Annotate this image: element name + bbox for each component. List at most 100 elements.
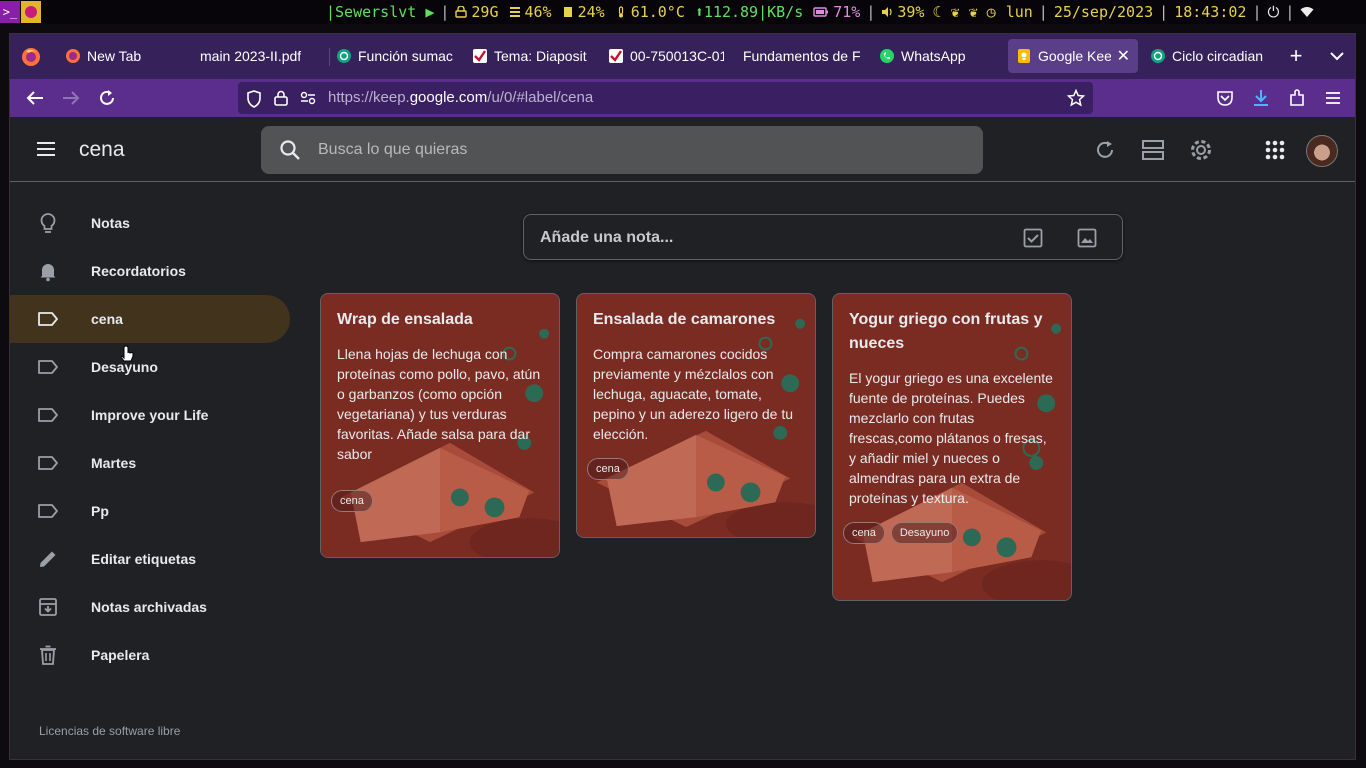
take-note-input[interactable]	[540, 215, 1000, 261]
extensions-icon[interactable]	[1286, 87, 1308, 109]
note-text: Compra camarones cocidos previamente y m…	[593, 346, 794, 442]
mouse-pointer-icon	[120, 345, 134, 362]
sidebar-item-pp[interactable]: Pp	[10, 487, 290, 535]
terminal-workspace-icon[interactable]: >_	[0, 1, 20, 23]
tab-new-tab[interactable]: New Tab	[65, 39, 190, 73]
browser-window: New Tab main 2023-II.pdf Función sumac T…	[9, 33, 1356, 760]
leaf-icon[interactable]: ❦	[951, 3, 960, 21]
day-label: lun	[1005, 3, 1033, 21]
shield-icon[interactable]	[246, 90, 262, 108]
memory-icon	[563, 7, 572, 17]
tab-bar: New Tab main 2023-II.pdf Función sumac T…	[10, 34, 1355, 79]
downloads-icon[interactable]	[1250, 87, 1272, 109]
cpu-icon	[509, 7, 520, 17]
moon-icon[interactable]: ☾	[932, 3, 941, 21]
close-tab-icon[interactable]: ✕	[1117, 46, 1130, 66]
lightbulb-icon	[40, 213, 56, 233]
search-input[interactable]	[318, 126, 958, 174]
sidebar-item-papelera[interactable]: Papelera	[10, 631, 290, 679]
music-status: |Sewerslvt ▶	[326, 3, 435, 21]
free-software-licenses-link[interactable]: Licencias de software libre	[39, 724, 180, 738]
url-text[interactable]: https://keep.google.com/u/0/#label/cena	[328, 89, 593, 106]
note-card[interactable]: Wrap de ensalada Llena hojas de lechuga …	[320, 293, 560, 558]
tab-ciclo-circadian[interactable]: Ciclo circadian	[1150, 39, 1280, 73]
sidebar-item-improve-your-life[interactable]: Improve your Life	[10, 391, 290, 439]
clock-icon[interactable]: ◷	[987, 3, 996, 21]
page-title: cena	[79, 138, 125, 161]
sidebar-item-notas[interactable]: Notas	[10, 199, 290, 247]
settings-gear-icon[interactable]	[1188, 137, 1214, 163]
firefox-icon	[66, 49, 80, 63]
refresh-icon[interactable]	[1092, 137, 1118, 163]
note-label-chip[interactable]: cena	[331, 490, 373, 512]
permissions-icon[interactable]	[300, 91, 316, 105]
note-label-chip[interactable]: cena	[587, 458, 629, 480]
list-all-tabs-chevron-icon[interactable]	[1326, 45, 1348, 67]
sidebar-item-editar-etiquetas[interactable]: Editar etiquetas	[10, 535, 290, 583]
memory-status: 24%	[562, 3, 605, 21]
new-note-image-icon[interactable]	[1076, 227, 1098, 249]
note-card[interactable]: Yogur griego con frutas y nueces El yogu…	[832, 293, 1072, 601]
note-card[interactable]: Ensalada de camarones Compra camarones c…	[576, 293, 816, 538]
new-list-checkbox-icon[interactable]	[1022, 227, 1044, 249]
checkmark-icon	[609, 49, 623, 63]
reload-icon[interactable]	[96, 87, 118, 109]
take-note-bar[interactable]	[523, 214, 1123, 261]
trash-icon	[40, 645, 56, 665]
pencil-icon	[40, 551, 56, 567]
note-text: El yogur griego es una excelente fuente …	[849, 370, 1053, 506]
note-label-chip[interactable]: cena	[843, 522, 885, 544]
account-avatar[interactable]	[1306, 135, 1338, 167]
sidebar-item-martes[interactable]: Martes	[10, 439, 290, 487]
navigation-toolbar: https://keep.google.com/u/0/#label/cena	[10, 79, 1355, 117]
power-icon[interactable]: ⏻	[1267, 3, 1279, 21]
lock-icon[interactable]	[274, 90, 288, 106]
battery-icon	[813, 7, 829, 17]
url-bar[interactable]: https://keep.google.com/u/0/#label/cena	[238, 82, 1093, 114]
pocket-icon[interactable]	[1214, 87, 1236, 109]
tab-funcion-sumac[interactable]: Función sumac	[336, 39, 454, 73]
list-view-icon[interactable]	[1140, 137, 1166, 163]
sidebar-item-desayuno[interactable]: Desayuno	[10, 343, 290, 391]
tab-tema-diaposit[interactable]: Tema: Diaposit	[472, 39, 590, 73]
note-title: Yogur griego con frutas y nueces	[849, 311, 1043, 352]
volume-status[interactable]: 39%	[881, 3, 924, 21]
note-label-chip[interactable]: Desayuno	[890, 522, 959, 544]
temperature-status: 61.0°C	[615, 3, 685, 21]
search-icon[interactable]	[279, 139, 301, 161]
label-icon	[38, 408, 58, 422]
app-header: cena	[10, 117, 1355, 182]
bookmark-star-icon[interactable]	[1067, 89, 1085, 107]
firefox-workspace-icon[interactable]	[21, 1, 41, 23]
checkmark-icon	[473, 49, 487, 63]
firefox-view-icon[interactable]	[20, 46, 42, 68]
thermometer-icon	[618, 6, 623, 18]
tab-whatsapp[interactable]: WhatsApp	[879, 39, 999, 73]
main-menu-icon[interactable]	[36, 141, 56, 157]
google-apps-icon[interactable]	[1262, 137, 1288, 163]
back-arrow-icon[interactable]	[24, 87, 46, 109]
system-status-bar: >_ |Sewerslvt ▶ | 29G 46% 24% 61.0°C ⬆11…	[0, 0, 1366, 24]
sidebar-item-recordatorios[interactable]: Recordatorios	[10, 247, 290, 295]
battery-status: 71%	[813, 3, 860, 21]
bell-icon	[40, 264, 56, 282]
wifi-icon[interactable]	[1300, 3, 1318, 21]
tab-pdf[interactable]: main 2023-II.pdf	[200, 39, 320, 73]
speaker-icon	[882, 7, 892, 17]
label-icon	[38, 312, 58, 326]
sidebar-item-notas-archivadas[interactable]: Notas archivadas	[10, 583, 290, 631]
label-icon	[38, 360, 58, 374]
note-text: Llena hojas de lechuga con proteínas com…	[337, 346, 541, 462]
search-bar[interactable]	[261, 126, 983, 174]
forward-arrow-icon[interactable]	[60, 87, 82, 109]
app-menu-icon[interactable]	[1322, 87, 1344, 109]
tab-google-keep[interactable]: Google Keep ✕	[1008, 39, 1138, 73]
tab-00-750013c[interactable]: 00-750013C-01	[608, 39, 724, 73]
chatgpt-icon	[337, 49, 351, 63]
feather-icon[interactable]: ❦	[969, 3, 978, 21]
sidebar-item-cena[interactable]: cena	[10, 295, 290, 343]
tab-fundamentos[interactable]: Fundamentos de F	[743, 39, 861, 73]
tray-icons[interactable]: ☾ ❦ ❦ ◷	[932, 3, 995, 21]
new-tab-plus-icon[interactable]: +	[1285, 43, 1307, 68]
archive-icon	[39, 598, 57, 616]
